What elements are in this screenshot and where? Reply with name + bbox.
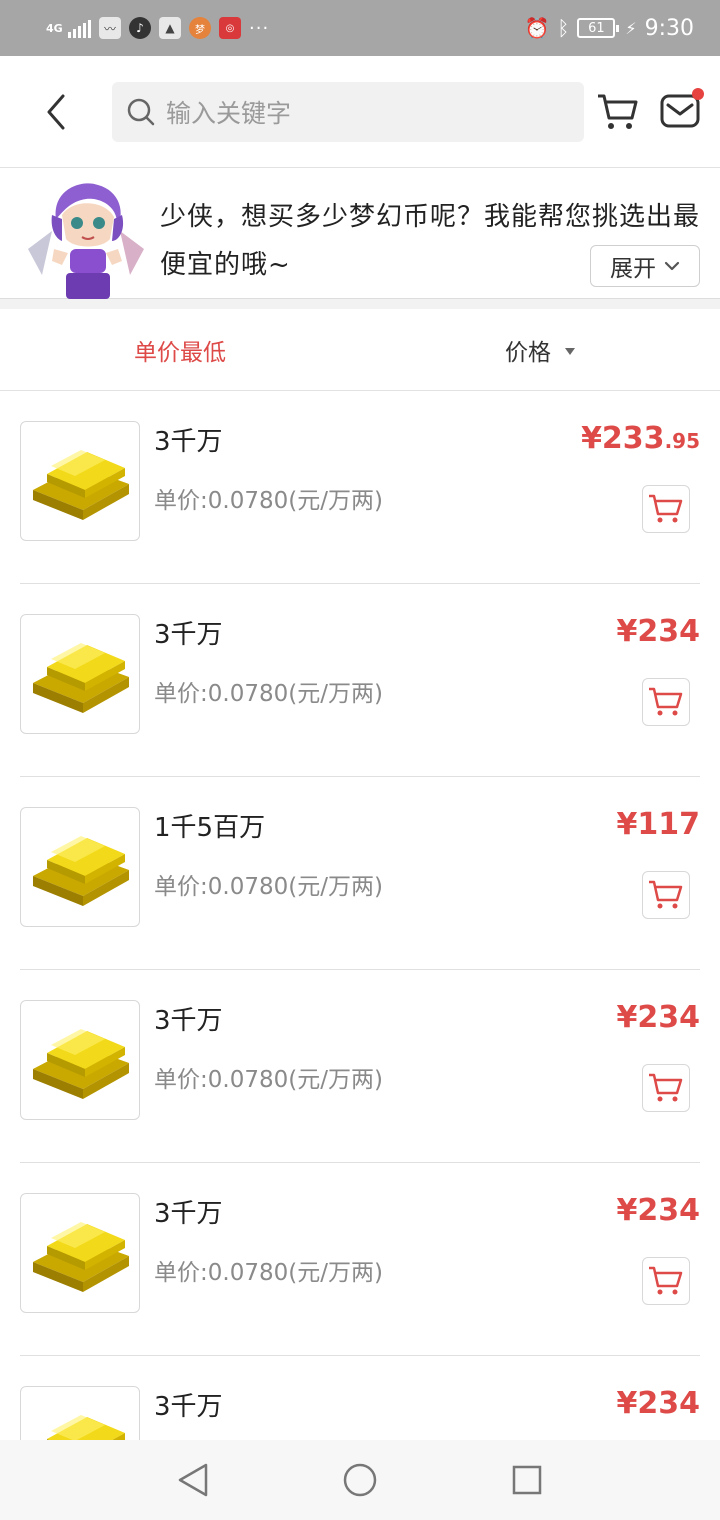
sort-lowest-label: 单价最低 [134, 340, 226, 366]
cart-icon [649, 1266, 683, 1295]
status-right: ⏰ ᛒ 61 ⚡ 9:30 [524, 16, 694, 41]
price-decimal: .95 [664, 429, 700, 453]
sort-price-label: 价格 [505, 340, 551, 366]
list-item[interactable]: 3千万 单价:0.0780(元/万两) ¥234 [20, 1163, 700, 1356]
cart-icon [649, 687, 683, 716]
price-main: ¥234 [616, 1000, 701, 1035]
signal-icon [68, 18, 91, 38]
product-name: 3千万 [154, 1006, 223, 1036]
nav-back-button[interactable] [163, 1450, 223, 1510]
expand-label: 展开 [610, 256, 656, 282]
price-main: ¥234 [616, 1386, 701, 1421]
product-price: ¥234 [617, 1193, 701, 1228]
search-input[interactable]: 输入关键字 [112, 82, 584, 142]
product-list[interactable]: 3千万 单价:0.0780(元/万两) ¥233.95 3千万 单价:0.078… [0, 391, 720, 1440]
product-name: 3千万 [154, 427, 223, 457]
nav-recents-button[interactable] [497, 1450, 557, 1510]
add-to-cart-button[interactable] [642, 1064, 690, 1112]
chevron-left-icon [47, 94, 65, 130]
list-item[interactable]: 3千万 单价:0.0780(元/万两) ¥233.95 [20, 391, 700, 584]
list-item[interactable]: 3千万 ¥234 [20, 1356, 700, 1440]
charging-icon: ⚡ [625, 18, 637, 38]
section-divider [0, 299, 720, 309]
product-price: ¥234 [617, 1000, 701, 1035]
unit-price: 单价:0.0780(元/万两) [154, 488, 383, 514]
system-nav-bar [0, 1440, 720, 1520]
top-header: 输入关键字 [0, 56, 720, 168]
expand-button[interactable]: 展开 [590, 245, 700, 287]
unit-price: 单价:0.0780(元/万两) [154, 681, 383, 707]
back-button[interactable] [36, 88, 76, 136]
add-to-cart-button[interactable] [642, 485, 690, 533]
add-to-cart-button[interactable] [642, 678, 690, 726]
mountain-app-icon: ▲ [159, 17, 181, 39]
status-bar: 4G 〰 ♪ ▲ 梦 ◎ ··· ⏰ ᛒ 61 ⚡ 9:30 [0, 0, 720, 56]
alarm-icon: ⏰ [524, 16, 550, 40]
clock: 9:30 [644, 15, 694, 41]
square-recents-icon [512, 1465, 541, 1495]
product-name: 3千万 [154, 1199, 223, 1229]
price-main: ¥234 [616, 614, 701, 649]
assistant-avatar [22, 179, 150, 299]
list-item[interactable]: 3千万 单价:0.0780(元/万两) ¥234 [20, 970, 700, 1163]
bluetooth-icon: ᛒ [557, 16, 570, 40]
cart-button[interactable] [596, 92, 640, 132]
unit-price: 单价:0.0780(元/万两) [154, 1260, 383, 1286]
product-price: ¥233.95 [581, 421, 700, 456]
add-to-cart-button[interactable] [642, 871, 690, 919]
cart-icon [649, 1073, 683, 1102]
circle-home-icon [343, 1463, 377, 1497]
gold-bars-image [20, 1386, 140, 1440]
cart-icon [598, 94, 638, 129]
assistant-banner: 少侠，想买多少梦幻币呢？我能帮您挑选出最便宜的哦~ 展开 [0, 169, 720, 299]
add-to-cart-button[interactable] [642, 1257, 690, 1305]
unit-price: 单价:0.0780(元/万两) [154, 874, 383, 900]
battery-level: 61 [588, 20, 605, 36]
price-main: ¥234 [616, 1193, 701, 1228]
gold-bars-image [20, 421, 140, 541]
game-app-icon: 梦 [189, 17, 211, 39]
product-name: 3千万 [154, 620, 223, 650]
product-name: 3千万 [154, 1392, 223, 1422]
product-price: ¥234 [617, 614, 701, 649]
price-main: ¥233 [581, 421, 665, 456]
list-item[interactable]: 1千5百万 单价:0.0780(元/万两) ¥117 [20, 777, 700, 970]
network-type: 4G [46, 21, 63, 35]
price-main: ¥117 [616, 807, 701, 842]
cart-icon [649, 880, 683, 909]
battery-icon: 61 [577, 18, 620, 38]
list-item[interactable]: 3千万 单价:0.0780(元/万两) ¥234 [20, 584, 700, 777]
unread-dot [692, 88, 704, 100]
gold-bars-image [20, 1193, 140, 1313]
product-price: ¥117 [617, 807, 701, 842]
search-icon [127, 98, 155, 126]
more-notifications-icon: ··· [249, 17, 270, 39]
nav-home-button[interactable] [330, 1450, 390, 1510]
status-left: 4G 〰 ♪ ▲ 梦 ◎ ··· [46, 17, 269, 39]
triangle-back-icon [179, 1463, 208, 1497]
product-name: 1千5百万 [154, 813, 266, 843]
unit-price: 单价:0.0780(元/万两) [154, 1067, 383, 1093]
chevron-down-icon [664, 261, 680, 271]
activity-app-icon: 〰 [99, 17, 121, 39]
gold-bars-image [20, 1000, 140, 1120]
sort-price[interactable]: 价格 [360, 309, 720, 391]
gold-bars-image [20, 807, 140, 927]
gold-bars-image [20, 614, 140, 734]
sort-bar: 单价最低 价格 [0, 309, 720, 391]
cart-icon [649, 494, 683, 523]
search-placeholder: 输入关键字 [166, 99, 292, 128]
caret-down-icon [565, 347, 575, 355]
tiktok-app-icon: ♪ [129, 17, 151, 39]
sort-lowest-unit-price[interactable]: 单价最低 [0, 309, 360, 391]
product-price: ¥234 [617, 1386, 701, 1421]
weibo-app-icon: ◎ [219, 17, 241, 39]
